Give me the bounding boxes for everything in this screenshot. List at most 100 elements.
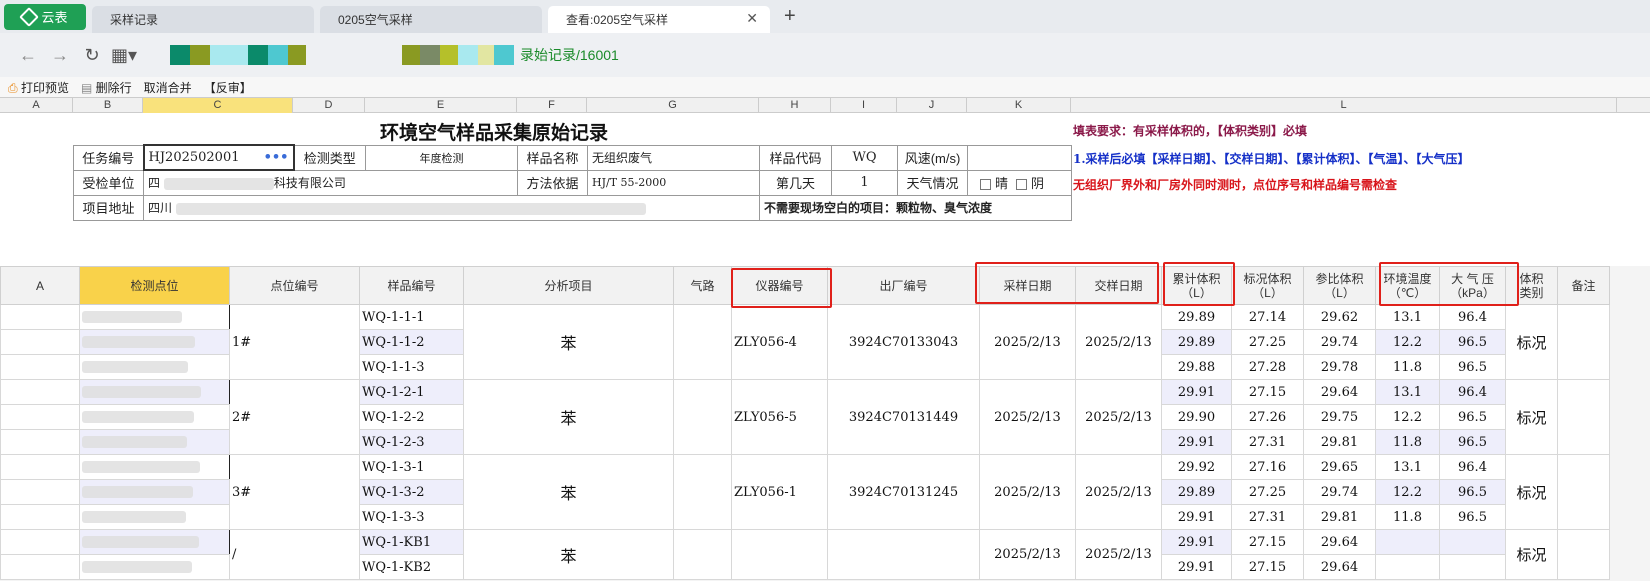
temp-cell[interactable]: 12.2 (1375, 404, 1440, 430)
std-volume-cell[interactable]: 27.25 (1231, 329, 1304, 355)
point-cell[interactable] (79, 529, 230, 555)
pressure-cell[interactable] (1439, 529, 1506, 555)
remark-cell[interactable] (1557, 379, 1610, 455)
ref-volume-cell[interactable]: 29.74 (1303, 479, 1376, 505)
cell-a[interactable] (0, 404, 80, 430)
std-volume-cell[interactable]: 27.15 (1231, 554, 1304, 580)
point-cell[interactable] (79, 404, 230, 430)
std-volume-cell[interactable]: 27.15 (1231, 529, 1304, 555)
col-h[interactable]: H (759, 98, 831, 113)
std-volume-cell[interactable]: 27.25 (1231, 479, 1304, 505)
pressure-cell[interactable]: 96.5 (1439, 479, 1506, 505)
sample-no-cell[interactable]: WQ-1-2-3 (359, 429, 464, 455)
cum-volume-cell[interactable]: 29.90 (1161, 404, 1232, 430)
point-cell[interactable] (79, 554, 230, 580)
std-volume-cell[interactable]: 27.15 (1231, 379, 1304, 405)
temp-cell[interactable]: 11.8 (1375, 429, 1440, 455)
cloudy-checkbox[interactable] (1016, 179, 1028, 191)
col-b[interactable]: B (73, 98, 143, 113)
col-header-16[interactable]: 备注 (1557, 266, 1610, 305)
close-icon[interactable]: ✕ (746, 10, 758, 27)
print-preview-button[interactable]: ⎙ 打印预览 (8, 79, 69, 96)
tab-records[interactable]: 采样记录 (92, 6, 314, 33)
ref-volume-cell[interactable]: 29.64 (1303, 554, 1376, 580)
sunny-checkbox[interactable] (980, 179, 991, 191)
pressure-cell[interactable]: 96.4 (1439, 379, 1506, 405)
std-volume-cell[interactable]: 27.26 (1231, 404, 1304, 430)
col-f[interactable]: F (517, 98, 587, 113)
cell-a[interactable] (0, 479, 80, 505)
point-cell[interactable] (79, 479, 230, 505)
volume-type-cell[interactable]: 标况 (1505, 304, 1558, 380)
pressure-cell[interactable]: 96.5 (1439, 354, 1506, 380)
col-a[interactable]: A (0, 98, 73, 113)
gas-path-cell[interactable] (673, 529, 732, 580)
addr-field[interactable]: 四川 (143, 194, 760, 221)
col-j[interactable]: J (897, 98, 967, 113)
cum-volume-cell[interactable]: 29.91 (1161, 504, 1232, 530)
col-header-12[interactable]: 参比体积 （L） (1303, 266, 1376, 305)
pressure-cell[interactable]: 96.5 (1439, 429, 1506, 455)
temp-cell[interactable]: 11.8 (1375, 504, 1440, 530)
point-cell[interactable] (79, 429, 230, 455)
ref-volume-cell[interactable]: 29.74 (1303, 329, 1376, 355)
cell-a[interactable] (0, 554, 80, 580)
pressure-cell[interactable]: 96.5 (1439, 504, 1506, 530)
col-e[interactable]: E (365, 98, 517, 113)
temp-cell[interactable]: 13.1 (1375, 454, 1440, 480)
temp-cell[interactable]: 12.2 (1375, 479, 1440, 505)
analyte-cell[interactable]: 苯 (463, 379, 674, 455)
ref-volume-cell[interactable]: 29.64 (1303, 529, 1376, 555)
wind-field[interactable] (967, 144, 1072, 171)
cum-volume-cell[interactable]: 29.89 (1161, 479, 1232, 505)
temp-cell[interactable]: 13.1 (1375, 304, 1440, 330)
detect-type-field[interactable]: 年度检测 (365, 144, 518, 171)
instrument-cell[interactable] (731, 529, 828, 580)
col-g[interactable]: G (587, 98, 759, 113)
sample-no-cell[interactable]: WQ-1-KB2 (359, 554, 464, 580)
cell-a[interactable] (0, 304, 80, 330)
point-cell[interactable] (79, 454, 230, 480)
new-tab-icon[interactable]: + (784, 5, 796, 28)
day-field[interactable]: 1 (831, 169, 898, 196)
col-header-5[interactable]: 气路 (673, 266, 732, 305)
cell-a[interactable] (0, 354, 80, 380)
col-header-4[interactable]: 分析项目 (463, 266, 674, 305)
pressure-cell[interactable]: 96.4 (1439, 454, 1506, 480)
cum-volume-cell[interactable]: 29.91 (1161, 379, 1232, 405)
task-no-field[interactable]: HJ202502001 ••• (142, 144, 295, 171)
cum-volume-cell[interactable]: 29.88 (1161, 354, 1232, 380)
cell-a[interactable] (0, 504, 80, 530)
unit-field[interactable]: 四 科技有限公司 (143, 169, 518, 196)
sample-no-cell[interactable]: WQ-1-1-2 (359, 329, 464, 355)
col-header-3[interactable]: 样品编号 (359, 266, 464, 305)
pressure-cell[interactable]: 96.5 (1439, 404, 1506, 430)
ref-volume-cell[interactable]: 29.78 (1303, 354, 1376, 380)
app-logo[interactable]: 云表 (4, 3, 86, 30)
cum-volume-cell[interactable]: 29.89 (1161, 329, 1232, 355)
sample-no-cell[interactable]: WQ-1-1-1 (359, 304, 464, 330)
unmerge-button[interactable]: 取消合并 (144, 79, 192, 96)
ref-volume-cell[interactable]: 29.75 (1303, 404, 1376, 430)
cum-volume-cell[interactable]: 29.91 (1161, 529, 1232, 555)
ref-volume-cell[interactable]: 29.65 (1303, 454, 1376, 480)
ref-volume-cell[interactable]: 29.64 (1303, 379, 1376, 405)
volume-type-cell[interactable]: 标况 (1505, 379, 1558, 455)
cell-a[interactable] (0, 379, 80, 405)
ref-volume-cell[interactable]: 29.81 (1303, 429, 1376, 455)
cum-volume-cell[interactable]: 29.91 (1161, 554, 1232, 580)
point-cell[interactable] (79, 329, 230, 355)
analyte-cell[interactable]: 苯 (463, 529, 674, 580)
cell-a[interactable] (0, 429, 80, 455)
instrument-cell[interactable]: ZLY056-5 (731, 379, 828, 455)
forward-icon[interactable]: → (44, 45, 76, 66)
deliver-date-cell[interactable]: 2025/2/13 (1075, 379, 1162, 455)
pressure-cell[interactable]: 96.5 (1439, 329, 1506, 355)
temp-cell[interactable]: 11.8 (1375, 354, 1440, 380)
point-no-cell[interactable]: 2# (229, 379, 360, 455)
temp-cell[interactable] (1375, 554, 1440, 580)
delete-row-button[interactable]: ▤ 删除行 (81, 79, 132, 96)
std-volume-cell[interactable]: 27.14 (1231, 304, 1304, 330)
std-volume-cell[interactable]: 27.16 (1231, 454, 1304, 480)
factory-no-cell[interactable]: 3924C70133043 (827, 304, 980, 380)
